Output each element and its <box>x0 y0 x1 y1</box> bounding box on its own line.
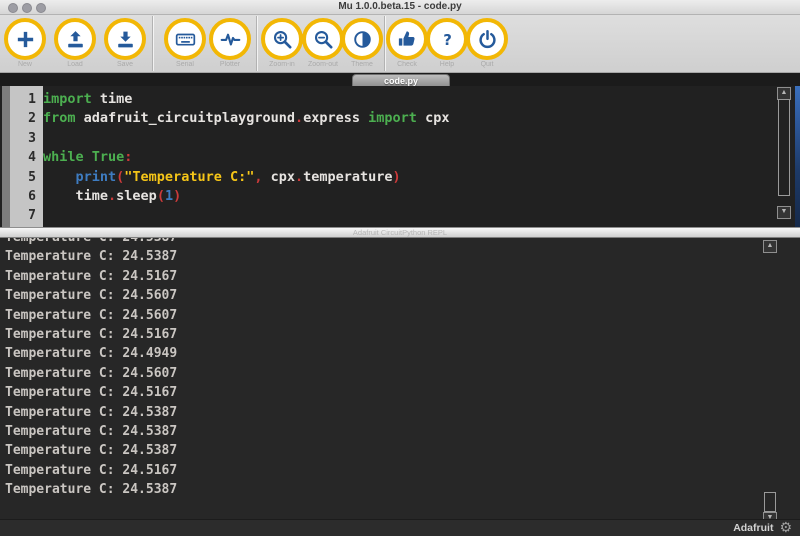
serial-line: Temperature C: 24.5387 <box>5 422 760 441</box>
serial-line: Temperature C: 24.5607 <box>5 286 760 305</box>
toolbar-separator <box>256 16 257 71</box>
toolbar-button-label: New <box>1 61 49 68</box>
serial-line: Temperature C: 24.5607 <box>5 364 760 383</box>
quit-button[interactable]: Quit <box>463 18 511 68</box>
editor-focus-edge <box>795 86 800 227</box>
serial-line: Temperature C: 24.5387 <box>5 480 760 499</box>
zoom-in-icon <box>271 28 294 51</box>
serial-line: Temperature C: 24.5387 <box>5 441 760 460</box>
code-editor[interactable]: 1234567 import timefrom adafruit_circuit… <box>0 86 800 227</box>
line-number: 2 <box>10 109 43 128</box>
title-bar: Mu 1.0.0.beta.15 - code.py <box>0 0 800 15</box>
code-text[interactable]: import timefrom adafruit_circuitplaygrou… <box>43 86 780 226</box>
serial-button[interactable]: Serial <box>161 18 209 68</box>
code-line: from adafruit_circuitplayground.express … <box>43 109 780 128</box>
serial-scroll-up-icon[interactable]: ▲ <box>763 240 777 253</box>
power-icon <box>476 28 499 51</box>
toolbar: NewLoadSaveSerialPlotterZoom-inZoom-outT… <box>0 15 800 73</box>
line-number-gutter: 1234567 <box>10 86 43 227</box>
serial-output-pane[interactable]: Temperature C: 24.5387Temperature C: 24.… <box>0 238 800 519</box>
serial-line: Temperature C: 24.4949 <box>5 344 760 363</box>
save-button[interactable]: Save <box>101 18 149 68</box>
keyboard-icon <box>174 28 197 51</box>
serial-line: Temperature C: 24.5167 <box>5 461 760 480</box>
line-number: 6 <box>10 187 43 206</box>
code-line: print("Temperature C:", cpx.temperature) <box>43 168 780 187</box>
mu-editor-window: Mu 1.0.0.beta.15 - code.py NewLoadSave Se… <box>0 0 800 536</box>
contrast-icon <box>351 28 374 51</box>
serial-line: Temperature C: 24.5387 <box>5 403 760 422</box>
line-number: 4 <box>10 148 43 167</box>
tab-strip: code.py <box>0 73 800 86</box>
editor-scroll-down-icon[interactable]: ▼ <box>777 206 791 219</box>
plus-icon <box>14 28 37 51</box>
upload-icon <box>64 28 87 51</box>
status-bar: Adafruit ⚙ <box>0 519 800 536</box>
window-title: Mu 1.0.0.beta.15 - code.py <box>0 1 800 12</box>
thumbs-up-icon <box>396 28 419 51</box>
editor-scrollbar-thumb[interactable] <box>778 99 790 196</box>
line-number: 7 <box>10 206 43 225</box>
toolbar-button-label: Plotter <box>206 61 254 68</box>
pulse-icon <box>219 28 242 51</box>
serial-scroll-down-icon[interactable]: ▼ <box>763 512 777 519</box>
pane-splitter-handle[interactable]: Adafruit CircuitPython REPL <box>0 227 800 238</box>
line-number: 1 <box>10 90 43 109</box>
toolbar-button-label: Save <box>101 61 149 68</box>
code-line: import time <box>43 90 780 109</box>
zoom-out-icon <box>312 28 335 51</box>
serial-line: Temperature C: 24.5167 <box>5 325 760 344</box>
serial-line: Temperature C: 24.5607 <box>5 306 760 325</box>
theme-button[interactable]: Theme <box>338 18 386 68</box>
code-line <box>43 206 780 225</box>
serial-scrollbar-thumb[interactable] <box>764 492 776 512</box>
toolbar-separator <box>152 16 153 71</box>
code-line: time.sleep(1) <box>43 187 780 206</box>
code-line <box>43 129 780 148</box>
serial-line: Temperature C: 24.5167 <box>5 383 760 402</box>
question-icon: ? <box>436 28 459 51</box>
plotter-button[interactable]: Plotter <box>206 18 254 68</box>
editor-margin <box>2 86 10 227</box>
serial-pane-title: Adafruit CircuitPython REPL <box>0 228 800 237</box>
serial-output-text: Temperature C: 24.5387Temperature C: 24.… <box>5 238 760 499</box>
download-icon <box>114 28 137 51</box>
new-button[interactable]: New <box>1 18 49 68</box>
serial-line: Temperature C: 24.5387 <box>5 247 760 266</box>
mode-label: Adafruit <box>733 522 773 534</box>
toolbar-button-label: Quit <box>463 61 511 68</box>
line-number: 5 <box>10 168 43 187</box>
serial-line: Temperature C: 24.5387 <box>5 238 760 247</box>
load-button[interactable]: Load <box>51 18 99 68</box>
serial-line: Temperature C: 24.5167 <box>5 267 760 286</box>
toolbar-button-label: Theme <box>338 61 386 68</box>
code-line: while True: <box>43 148 780 167</box>
toolbar-button-label: Load <box>51 61 99 68</box>
toolbar-button-label: Serial <box>161 61 209 68</box>
gear-icon[interactable]: ⚙ <box>779 521 792 535</box>
line-number: 3 <box>10 129 43 148</box>
svg-text:?: ? <box>443 30 452 48</box>
